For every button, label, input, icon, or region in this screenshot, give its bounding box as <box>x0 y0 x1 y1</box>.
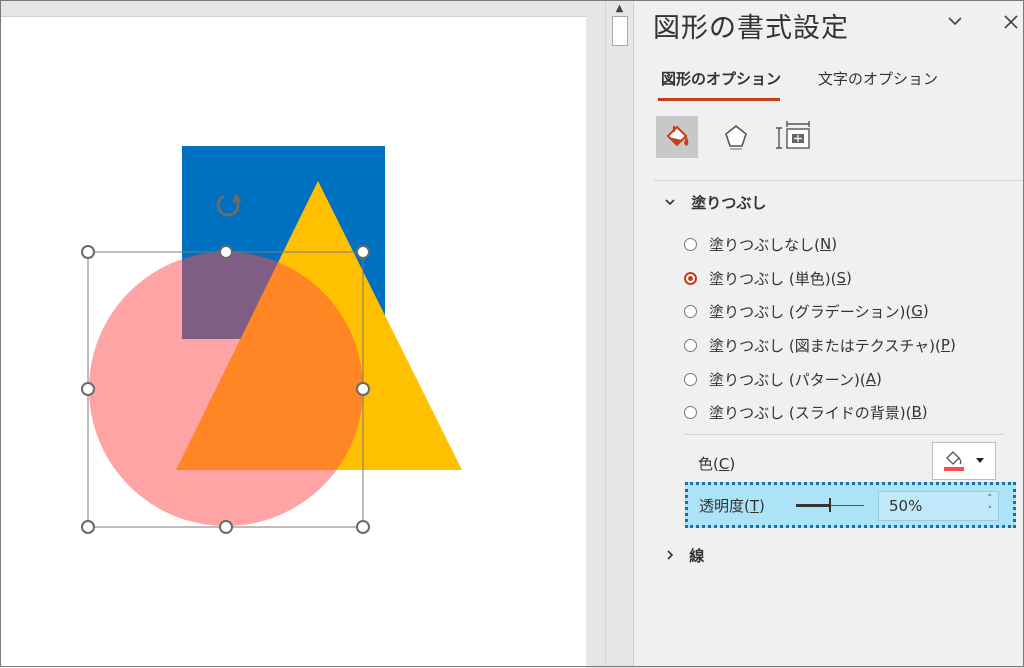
transparency-label: 透明度(T) <box>699 497 765 515</box>
option-label: 塗りつぶし (単色)( <box>709 269 837 288</box>
slide[interactable] <box>0 16 586 668</box>
slide-shapes <box>81 146 462 534</box>
color-label: 色(C) <box>698 455 736 473</box>
divider <box>654 180 1024 181</box>
resize-handle-top-left[interactable] <box>81 245 95 259</box>
option-label-end: ) <box>949 336 956 354</box>
close-icon[interactable] <box>998 12 1024 38</box>
radio-button[interactable] <box>684 405 697 419</box>
radio-pattern-fill[interactable]: 塗りつぶし (パターン)(A) <box>684 367 882 391</box>
slide-canvas-area <box>0 0 605 668</box>
chevron-down-icon[interactable] <box>942 12 968 38</box>
option-label-end: ) <box>921 403 928 421</box>
radio-button[interactable] <box>684 304 697 318</box>
line-section-title: 線 <box>689 547 705 565</box>
pink-circle-shape[interactable] <box>89 252 363 526</box>
transparency-row: 透明度(T) 50% ˄ ˅ <box>685 482 1016 528</box>
fill-color-dropdown[interactable] <box>932 442 996 480</box>
format-shape-panel: 図形の書式設定 図形のオプション 文字のオプション 塗りつぶし 塗りつぶしなし(… <box>634 0 1024 667</box>
access-key: G <box>911 302 923 320</box>
option-label: 塗りつぶし (図またはテクスチャ)( <box>709 336 941 355</box>
paint-bucket-icon <box>944 451 984 471</box>
transparency-slider[interactable] <box>796 497 864 513</box>
option-label: 塗りつぶし (グラデーション)( <box>709 302 912 321</box>
access-key: B <box>911 403 922 421</box>
resize-handle-left[interactable] <box>81 382 95 396</box>
access-key: A <box>865 370 876 388</box>
fill-section-title: 塗りつぶし <box>691 194 767 212</box>
option-label: 塗りつぶし (パターン)( <box>709 370 866 389</box>
resize-handle-bottom-right[interactable] <box>356 520 370 534</box>
chevron-down-icon <box>664 194 678 212</box>
fill-section-header[interactable]: 塗りつぶし <box>664 192 766 213</box>
size-and-properties-icon <box>776 121 810 149</box>
active-tab-indicator <box>658 98 780 101</box>
fill-and-line-icon <box>666 125 689 147</box>
effects-button[interactable] <box>715 116 757 158</box>
radio-no-fill[interactable]: 塗りつぶしなし(N) <box>684 232 837 256</box>
resize-handle-bottom[interactable] <box>219 520 233 534</box>
access-key: N <box>820 235 832 253</box>
vertical-scrollbar[interactable]: ▲ <box>605 0 634 667</box>
line-section-header[interactable]: 線 <box>664 545 704 566</box>
radio-button-checked[interactable] <box>684 271 697 285</box>
effects-pentagon-icon <box>725 124 747 150</box>
resize-handle-top-right[interactable] <box>356 245 370 259</box>
radio-button[interactable] <box>684 237 697 251</box>
access-key: S <box>836 269 847 287</box>
divider <box>684 434 1004 435</box>
radio-button[interactable] <box>684 338 697 352</box>
size-and-properties-button[interactable] <box>773 116 815 158</box>
option-label-end: ) <box>846 269 852 287</box>
option-label-end: ) <box>831 235 838 253</box>
radio-solid-fill[interactable]: 塗りつぶし (単色)(S) <box>684 266 852 290</box>
panel-title: 図形の書式設定 <box>653 13 849 44</box>
resize-handle-bottom-left[interactable] <box>81 520 95 534</box>
slider-fill <box>796 504 830 507</box>
radio-slide-background-fill[interactable]: 塗りつぶし (スライドの背景)(B) <box>684 400 928 424</box>
transparency-input[interactable]: 50% ˄ ˅ <box>878 491 999 521</box>
radio-picture-fill[interactable]: 塗りつぶし (図またはテクスチャ)(P) <box>684 333 956 357</box>
chevron-right-icon <box>664 547 678 565</box>
resize-handle-right[interactable] <box>356 382 370 396</box>
transparency-value: 50% <box>889 497 923 515</box>
spinner-arrows-icon[interactable]: ˄ ˅ <box>988 493 993 517</box>
radio-gradient-fill[interactable]: 塗りつぶし (グラデーション)(G) <box>684 299 929 323</box>
option-label: 塗りつぶしなし( <box>709 235 821 254</box>
option-label-end: ) <box>876 370 882 388</box>
slider-thumb[interactable] <box>829 498 831 512</box>
option-label: 塗りつぶし (スライドの背景)( <box>709 403 912 422</box>
resize-handle-top[interactable] <box>219 245 233 259</box>
radio-button[interactable] <box>684 372 697 386</box>
scroll-thumb[interactable] <box>612 16 628 46</box>
option-label-end: ) <box>922 302 929 320</box>
fill-and-line-button[interactable] <box>656 116 698 158</box>
tab-shape-options[interactable]: 図形のオプション <box>661 68 781 89</box>
access-key: P <box>940 336 950 354</box>
tab-text-options[interactable]: 文字のオプション <box>818 68 938 89</box>
